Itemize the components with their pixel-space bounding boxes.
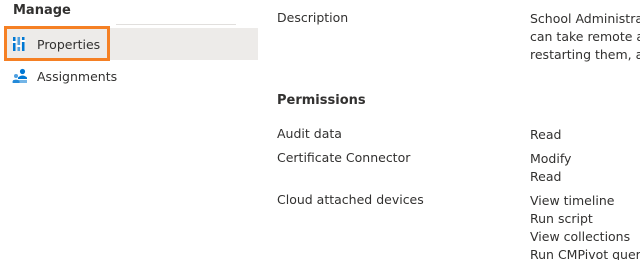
manage-nav: Manage Properties Assignments xyxy=(0,0,258,260)
permissions-heading: Permissions xyxy=(277,93,366,108)
nav-divider xyxy=(116,24,236,25)
permission-value: Read xyxy=(530,127,562,142)
permission-value: View timeline xyxy=(530,193,615,208)
permission-values: Modify Read xyxy=(530,150,640,186)
permission-values: Read xyxy=(530,126,640,144)
permission-values: View timeline Run script View collection… xyxy=(530,192,640,260)
description-value: School Administrato can take remote ac r… xyxy=(530,10,640,64)
permission-value: Run CMPivot query xyxy=(530,247,640,260)
description-label: Description xyxy=(277,10,349,25)
role-properties-page: Manage Properties Assignments Descriptio… xyxy=(0,0,640,260)
nav-item-assignments[interactable]: Assignments xyxy=(6,60,258,92)
permission-value: Run script xyxy=(530,211,593,226)
nav-item-label: Assignments xyxy=(37,68,118,84)
permission-value: View collections xyxy=(530,229,631,244)
permission-name: Audit data xyxy=(277,126,342,141)
nav-item-label: Properties xyxy=(37,36,101,52)
description-line: can take remote ac xyxy=(530,29,640,44)
permission-value: Read xyxy=(530,169,562,184)
nav-item-properties[interactable]: Properties xyxy=(6,28,258,60)
permission-value: Modify xyxy=(530,151,572,166)
permission-name: Cloud attached devices xyxy=(277,192,424,207)
description-line: restarting them, and xyxy=(530,47,640,62)
assignments-icon xyxy=(12,68,28,84)
permission-name: Certificate Connector xyxy=(277,150,411,165)
properties-icon xyxy=(12,36,28,52)
details-pane: Description School Administrato can take… xyxy=(258,0,640,260)
description-line: School Administrato xyxy=(530,11,640,26)
nav-section-header: Manage xyxy=(13,3,71,18)
